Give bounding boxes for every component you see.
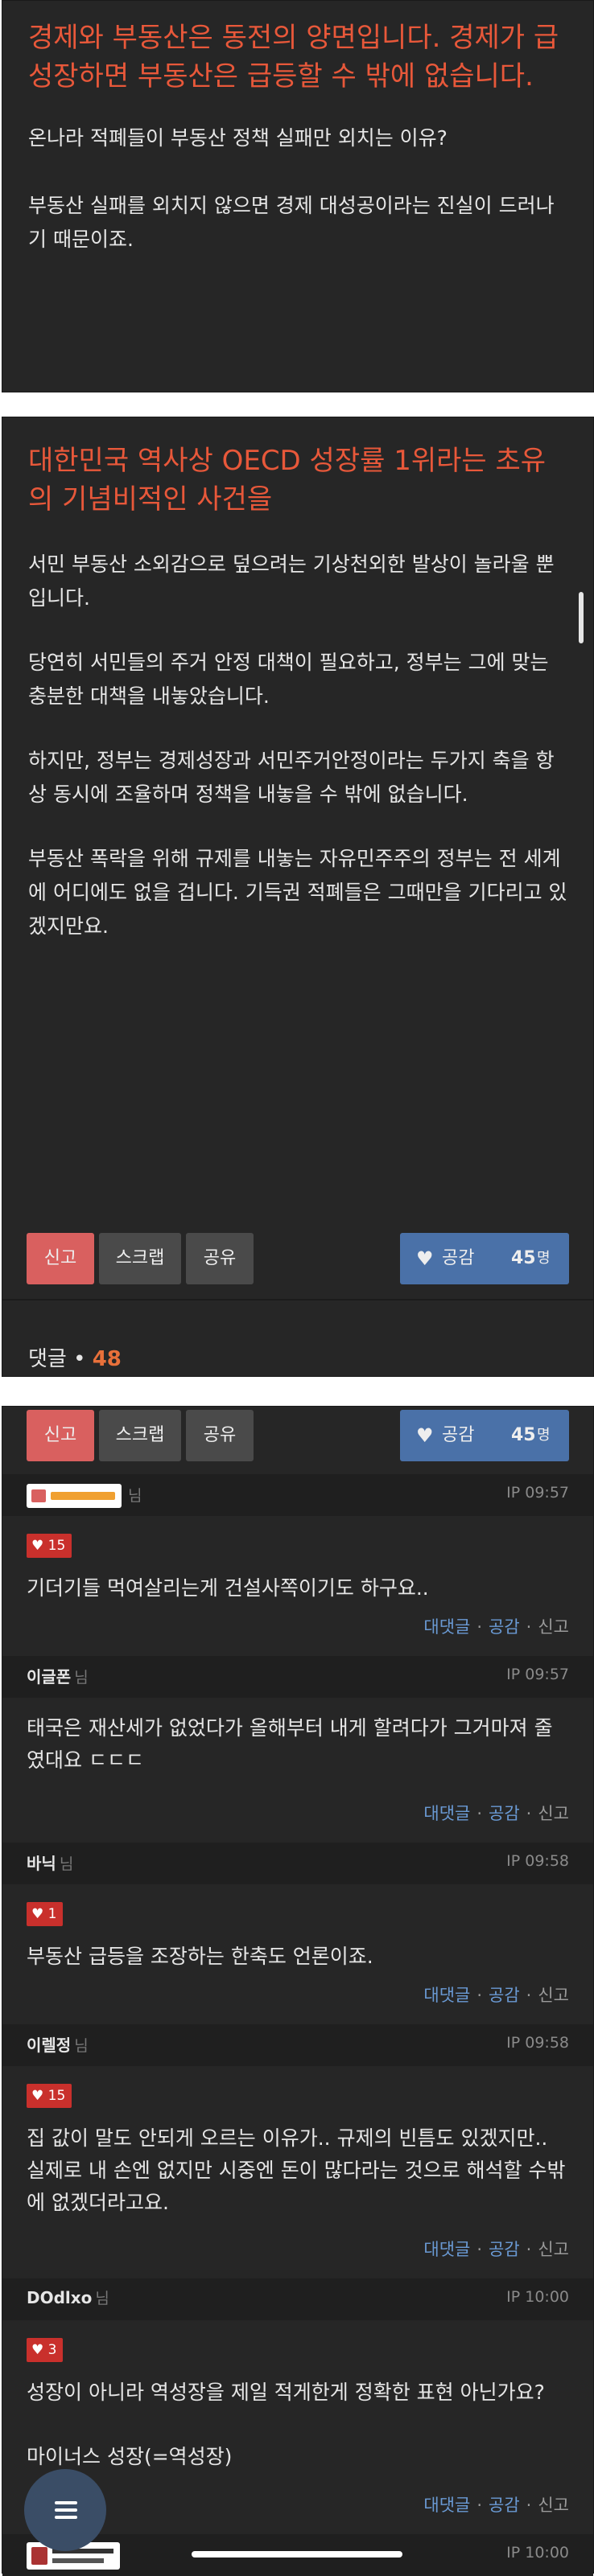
menu-fab-button[interactable] <box>24 2469 106 2551</box>
like-button[interactable]: ♥ 공감 45 명 <box>400 1410 569 1461</box>
like-link[interactable]: 공감 <box>489 2240 520 2259</box>
like-count: 45 <box>511 1248 536 1268</box>
comment-header: 바닉 님 IP 09:58 <box>2 1843 593 1884</box>
hamburger-icon <box>55 2501 77 2504</box>
comment-like-badge: ♥ 15 <box>27 1534 72 1558</box>
comment-header: DOdlxo 님 IP 10:00 <box>2 2278 593 2320</box>
post-actions: 신고 스크랩 공유 ♥ 공감 45 명 <box>2 1410 593 1468</box>
reply-link[interactable]: 대댓글 <box>423 1617 470 1637</box>
comment-header: 이글폰 님 IP 09:57 <box>2 1656 593 1698</box>
comment-author: 이글폰 님 <box>27 1667 89 1687</box>
comment-text: 성장이 아니라 역성장을 제일 적게한게 정확한 표현 아닌가요? <box>27 2381 545 2404</box>
reply-link[interactable]: 대댓글 <box>423 2240 470 2259</box>
comment-ip: IP 09:58 <box>506 1852 569 1870</box>
like-label: 공감 <box>442 1248 475 1268</box>
comment-count: 댓글 • 48 <box>28 1347 122 1371</box>
share-button[interactable]: 공유 <box>186 1233 254 1284</box>
comment-actions: 대댓글 · 공감 · 신고 <box>423 1986 569 2005</box>
post-paragraph: 당연히 서민들의 주거 안정 대책이 필요하고, 정부는 그에 맞는 충분한 대… <box>28 651 549 708</box>
comment-actions: 대댓글 · 공감 · 신고 <box>423 1804 569 1823</box>
scrollbar[interactable] <box>579 592 584 643</box>
like-label: 공감 <box>442 1425 475 1445</box>
heart-icon: ♥ <box>31 2088 44 2104</box>
comment-ip: IP 10:00 <box>506 2288 569 2306</box>
share-button[interactable]: 공유 <box>186 1410 254 1461</box>
comment-text: 기더기들 먹여살리는게 건설사쪽이기도 하구요.. <box>27 1576 429 1600</box>
report-button[interactable]: 신고 <box>27 1410 94 1461</box>
user-badge-image <box>27 1484 122 1508</box>
comment-text: 집 값이 말도 안되게 오르는 이유가.. 규제의 빈틈도 있겠지만.. 실제로… <box>27 2126 566 2214</box>
comment-like-badge: ♥ 15 <box>27 2084 72 2108</box>
reply-link[interactable]: 대댓글 <box>423 1804 470 1823</box>
comments-panel: 신고 스크랩 공유 ♥ 공감 45 명 님 IP 09:57 ♥ 15 기더기들… <box>2 1406 594 2576</box>
report-link[interactable]: 신고 <box>538 1986 569 2005</box>
comment-like-count: 3 <box>47 2342 57 2358</box>
post-headline: 경제와 부동산은 동전의 양면입니다. 경제가 급성장하면 부동산은 급등할 수… <box>28 22 559 92</box>
like-link[interactable]: 공감 <box>489 1617 520 1637</box>
report-button[interactable]: 신고 <box>27 1233 94 1284</box>
comment-count-number: 48 <box>92 1347 122 1371</box>
heart-icon: ♥ <box>31 1538 44 1554</box>
like-unit: 명 <box>537 1427 551 1444</box>
comment-actions: 대댓글 · 공감 · 신고 <box>423 2240 569 2259</box>
comment-like-badge: ♥ 3 <box>27 2338 64 2362</box>
divider <box>2 1299 593 1300</box>
report-link[interactable]: 신고 <box>538 2240 569 2259</box>
reply-link[interactable]: 대댓글 <box>423 2496 470 2515</box>
like-unit: 명 <box>537 1250 551 1267</box>
like-count: 45 <box>511 1425 536 1445</box>
heart-icon: ♥ <box>31 2342 44 2358</box>
comment-ip: IP 10:00 <box>506 2544 569 2562</box>
report-link[interactable]: 신고 <box>538 1804 569 1823</box>
comment-author: DOdlxo 님 <box>27 2288 109 2307</box>
comment-like-count: 1 <box>47 1906 57 1922</box>
post-panel-top: 경제와 부동산은 동전의 양면입니다. 경제가 급성장하면 부동산은 급등할 수… <box>2 0 594 392</box>
comment-text: 마이너스 성장(=역성장) <box>27 2445 233 2468</box>
post-paragraph: 하지만, 정부는 경제성장과 서민주거안정이라는 두가지 축을 항상 동시에 조… <box>28 749 555 806</box>
comment-count-label: 댓글 <box>28 1347 67 1371</box>
post-panel-main: 대한민국 역사상 OECD 성장률 1위라는 초유의 기념비적인 사건을 서민 … <box>2 417 594 1377</box>
comment-actions: 대댓글 · 공감 · 신고 <box>423 1617 569 1637</box>
comment-like-count: 15 <box>47 2088 66 2104</box>
post-paragraph: 온나라 적폐들이 부동산 정책 실패만 외치는 이유? <box>28 126 448 150</box>
comment-author: 바닉 님 <box>27 1854 74 1873</box>
report-link[interactable]: 신고 <box>538 1617 569 1637</box>
post-headline: 대한민국 역사상 OECD 성장률 1위라는 초유의 기념비적인 사건을 <box>28 445 547 516</box>
scrap-button[interactable]: 스크랩 <box>99 1233 181 1284</box>
comment-like-count: 15 <box>47 1538 66 1554</box>
like-link[interactable]: 공감 <box>489 1804 520 1823</box>
post-paragraph: 부동산 실패를 외치지 않으면 경제 대성공이라는 진실이 드러나기 때문이죠. <box>28 194 555 251</box>
scrap-button[interactable]: 스크랩 <box>99 1410 181 1461</box>
comment-text: 태국은 재산세가 없었다가 올해부터 내게 할려다가 그거마져 줄였대요 ㄷㄷㄷ <box>27 1716 553 1772</box>
post-actions: 신고 스크랩 공유 ♥ 공감 45 명 <box>2 1233 593 1291</box>
like-link[interactable]: 공감 <box>489 1986 520 2005</box>
comment-header: 님 IP 09:57 <box>2 1474 593 1516</box>
comment-ip: IP 09:57 <box>506 1666 569 1683</box>
comment-ip: IP 09:57 <box>506 1484 569 1502</box>
comment-like-badge: ♥ 1 <box>27 1902 64 1926</box>
comment-header: 이렐정 님 IP 09:58 <box>2 2024 593 2066</box>
post-paragraph: 서민 부동산 소외감으로 덮으려는 기상천외한 발상이 놀라울 뿐입니다. <box>28 553 555 610</box>
comment-ip: IP 09:58 <box>506 2034 569 2052</box>
heart-icon: ♥ <box>416 1247 434 1270</box>
post-paragraph: 부동산 폭락을 위해 규제를 내놓는 자유민주주의 정부는 전 세계에 어디에도… <box>28 847 567 938</box>
reply-link[interactable]: 대댓글 <box>423 1986 470 2005</box>
user-suffix: 님 <box>128 1487 142 1505</box>
heart-icon: ♥ <box>31 1906 44 1922</box>
like-button[interactable]: ♥ 공감 45 명 <box>400 1233 569 1284</box>
comment-author: 이렐정 님 <box>27 2036 89 2055</box>
like-link[interactable]: 공감 <box>489 2496 520 2515</box>
home-indicator[interactable] <box>192 2551 402 2558</box>
comment-actions: 대댓글 · 공감 · 신고 <box>423 2496 569 2515</box>
report-link[interactable]: 신고 <box>538 2496 569 2515</box>
comment-text: 부동산 급등을 조장하는 한축도 언론이죠. <box>27 1945 373 1968</box>
heart-icon: ♥ <box>416 1424 434 1447</box>
